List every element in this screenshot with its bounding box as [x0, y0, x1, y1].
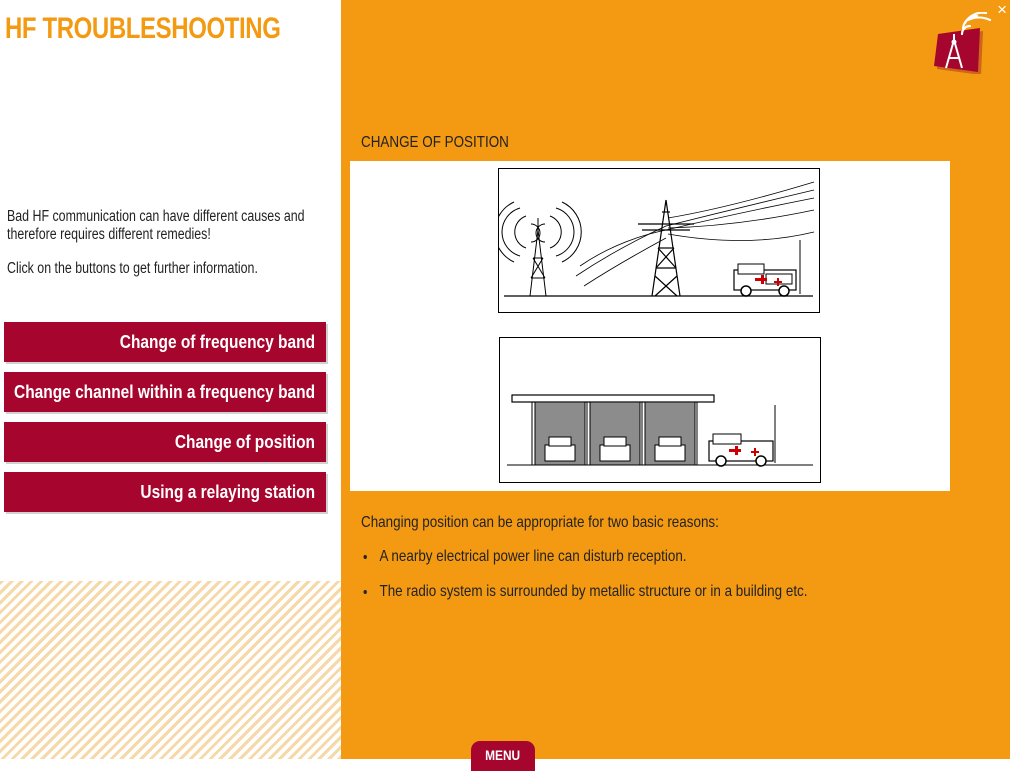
- close-icon[interactable]: ×: [997, 0, 1007, 20]
- frequency-band-button[interactable]: Change of frequency band: [4, 322, 326, 362]
- menu-button-label: MENU: [485, 747, 521, 763]
- channel-change-button[interactable]: Change channel within a frequency band: [4, 372, 326, 412]
- left-panel: HF TROUBLESHOOTING Bad HF communication …: [0, 0, 341, 759]
- intro-paragraph: Bad HF communication can have different …: [7, 208, 305, 243]
- nav-button-label: Change of frequency band: [119, 332, 315, 352]
- app-title: HF TROUBLESHOOTING: [5, 12, 281, 45]
- power-line-illustration: [498, 168, 820, 313]
- hatched-decoration: [0, 581, 341, 759]
- content-panel: × CHANGE OF POSITION Changing position c…: [341, 0, 1010, 771]
- reasons-list: A nearby electrical power line can distu…: [361, 548, 882, 601]
- menu-button[interactable]: MENU: [471, 741, 535, 771]
- list-item: A nearby electrical power line can distu…: [376, 548, 882, 566]
- radio-antenna-logo-icon: [934, 12, 992, 74]
- section-title: CHANGE OF POSITION: [361, 134, 509, 151]
- description: Changing position can be appropriate for…: [361, 514, 882, 618]
- building-illustration: [499, 337, 821, 483]
- nav-button-label: Change channel within a frequency band: [13, 382, 315, 402]
- nav-button-label: Using a relaying station: [140, 482, 315, 502]
- illustration-panel: [350, 161, 950, 491]
- list-item: The radio system is surrounded by metall…: [376, 583, 882, 601]
- description-intro: Changing position can be appropriate for…: [361, 514, 719, 531]
- change-position-button[interactable]: Change of position: [4, 422, 326, 462]
- relaying-station-button[interactable]: Using a relaying station: [4, 472, 326, 512]
- intro-text: Bad HF communication can have different …: [7, 208, 327, 295]
- intro-instruction: Click on the buttons to get further info…: [7, 260, 258, 277]
- nav-button-label: Change of position: [174, 432, 315, 452]
